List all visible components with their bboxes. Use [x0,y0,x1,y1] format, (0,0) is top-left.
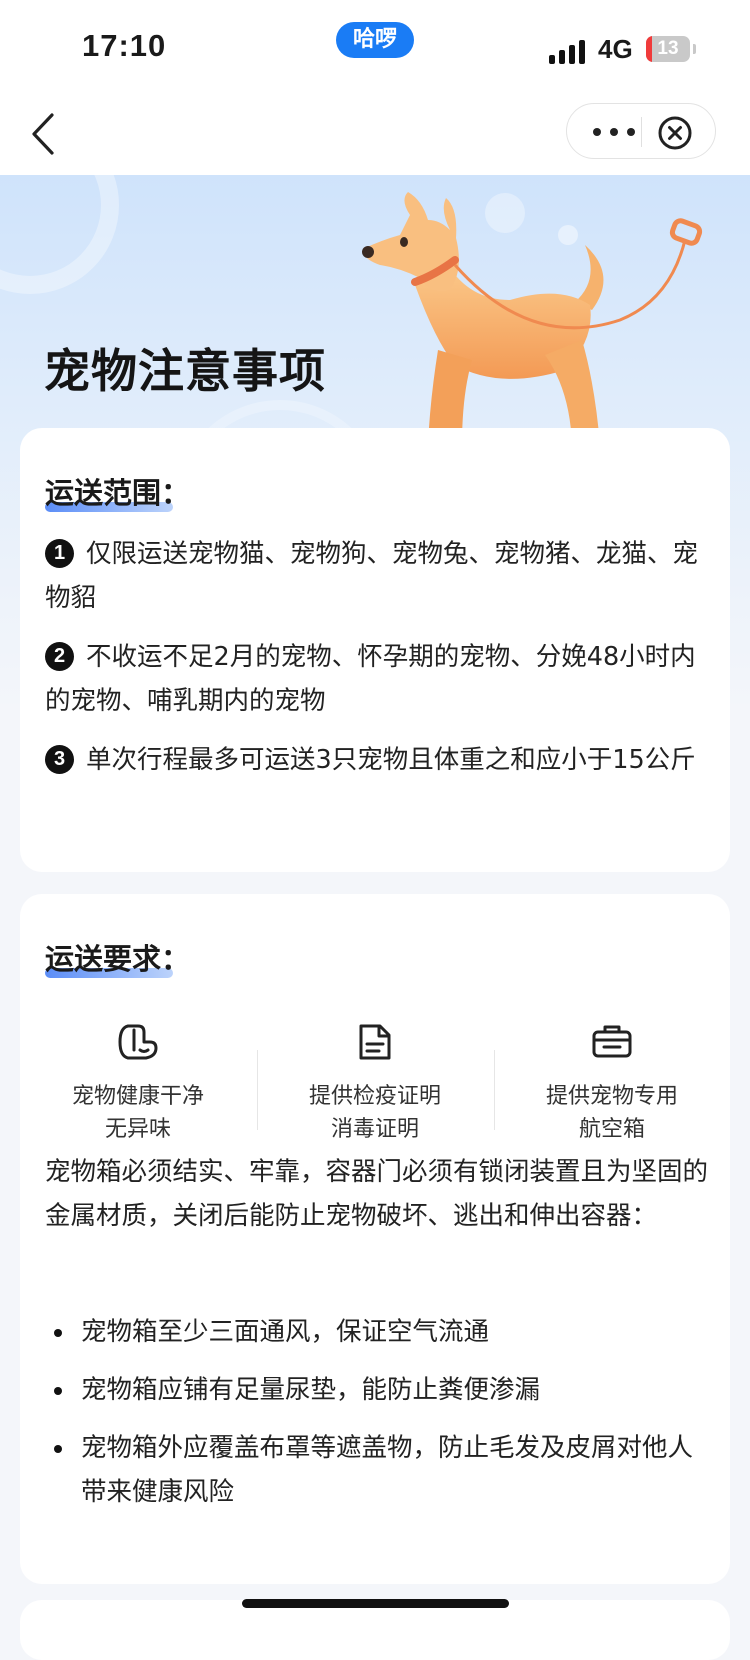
list-item: 宠物箱应铺有足量尿垫，能防止粪便渗漏 [45,1368,713,1412]
number-badge: 2 [45,642,74,671]
status-bar: 17:10 哈啰 4G 13 [0,0,750,95]
network-type: 4G [598,34,633,64]
scope-item-text: 不收运不足2月的宠物、怀孕期的宠物、分娩48小时内的宠物、哺乳期内的宠物 [45,642,696,716]
close-button[interactable] [657,115,693,151]
back-button[interactable] [26,109,66,159]
capsule-divider [641,117,642,147]
status-app-pill[interactable]: 哈啰 [336,22,414,58]
requirement-line-1: 宠物健康干净 [71,1084,204,1109]
transport-requirements-card: 运送要求： 宠物健康干净 无异味 提供检疫证明 消毒证明 提供宠物专用 航空箱 … [20,894,730,1584]
requirement-certificate: 提供检疫证明 消毒证明 [257,1010,493,1160]
nav-bar [0,95,750,175]
requirement-line-2: 航空箱 [578,1117,645,1142]
requirement-line-2: 无异味 [104,1117,171,1142]
list-item: 宠物箱至少三面通风，保证空气流通 [45,1310,713,1354]
carrier-intro: 宠物箱必须结实、牢靠，容器门必须有锁闭装置且为坚固的金属材质，关闭后能防止宠物破… [45,1157,709,1231]
chevron-left-icon [32,113,54,155]
mini-program-capsule [566,103,716,159]
battery-level: 13 [657,38,679,59]
scope-item-text: 仅限运送宠物猫、宠物狗、宠物兔、宠物猪、龙猫、宠物貂 [45,539,699,613]
requirement-icons-row: 宠物健康干净 无异味 提供检疫证明 消毒证明 提供宠物专用 航空箱 [20,1010,730,1160]
number-badge: 1 [45,539,74,568]
transport-scope-card: 运送范围： 1 仅限运送宠物猫、宠物狗、宠物兔、宠物猪、龙猫、宠物貂 2 不收运不足… [20,428,730,872]
scope-item-1: 1 仅限运送宠物猫、宠物狗、宠物兔、宠物猪、龙猫、宠物貂 [45,532,713,620]
requirement-line-2: 消毒证明 [330,1117,419,1142]
section-title-text: 运送要求： [45,942,191,976]
home-indicator [242,1599,509,1608]
pet-health-icon [118,1024,158,1060]
requirement-line-1: 提供宠物专用 [545,1084,678,1109]
list-item: 宠物箱外应覆盖布罩等遮盖物，防止毛发及皮屑对他人带来健康风险 [45,1426,713,1514]
more-button[interactable] [589,120,639,144]
requirement-carrier: 提供宠物专用 航空箱 [494,1010,730,1160]
requirement-label: 提供检疫证明 消毒证明 [257,1080,493,1146]
more-dots-icon [593,128,635,136]
scope-item-3: 3 单次行程最多可运送3只宠物且体重之和应小于15公斤 [45,738,713,782]
scope-item-2: 2 不收运不足2月的宠物、怀孕期的宠物、分娩48小时内的宠物、哺乳期内的宠物 [45,635,713,723]
section-title-text: 运送范围： [45,476,191,510]
document-icon [359,1024,391,1060]
requirement-label: 宠物健康干净 无异味 [20,1080,256,1146]
number-badge: 3 [45,745,74,774]
scope-item-text: 单次行程最多可运送3只宠物且体重之和应小于15公斤 [86,745,696,775]
next-card [20,1600,730,1660]
close-circle-icon [658,116,692,150]
page-title: 宠物注意事项 [44,344,326,398]
battery-icon: 13 [646,36,690,62]
pet-carrier-icon [592,1025,632,1058]
battery-tip [693,44,696,54]
section-title-requirements: 运送要求： [45,936,190,978]
requirement-label: 提供宠物专用 航空箱 [494,1080,730,1146]
carrier-rules-list: 宠物箱至少三面通风，保证空气流通 宠物箱应铺有足量尿垫，能防止粪便渗漏 宠物箱外… [45,1310,713,1528]
status-time: 17:10 [82,28,167,63]
requirement-line-1: 提供检疫证明 [308,1084,441,1109]
dog-illustration [362,192,703,445]
signal-icon [549,38,587,64]
section-title-scope: 运送范围： [45,470,190,512]
requirement-pet-health: 宠物健康干净 无异味 [20,1010,256,1160]
